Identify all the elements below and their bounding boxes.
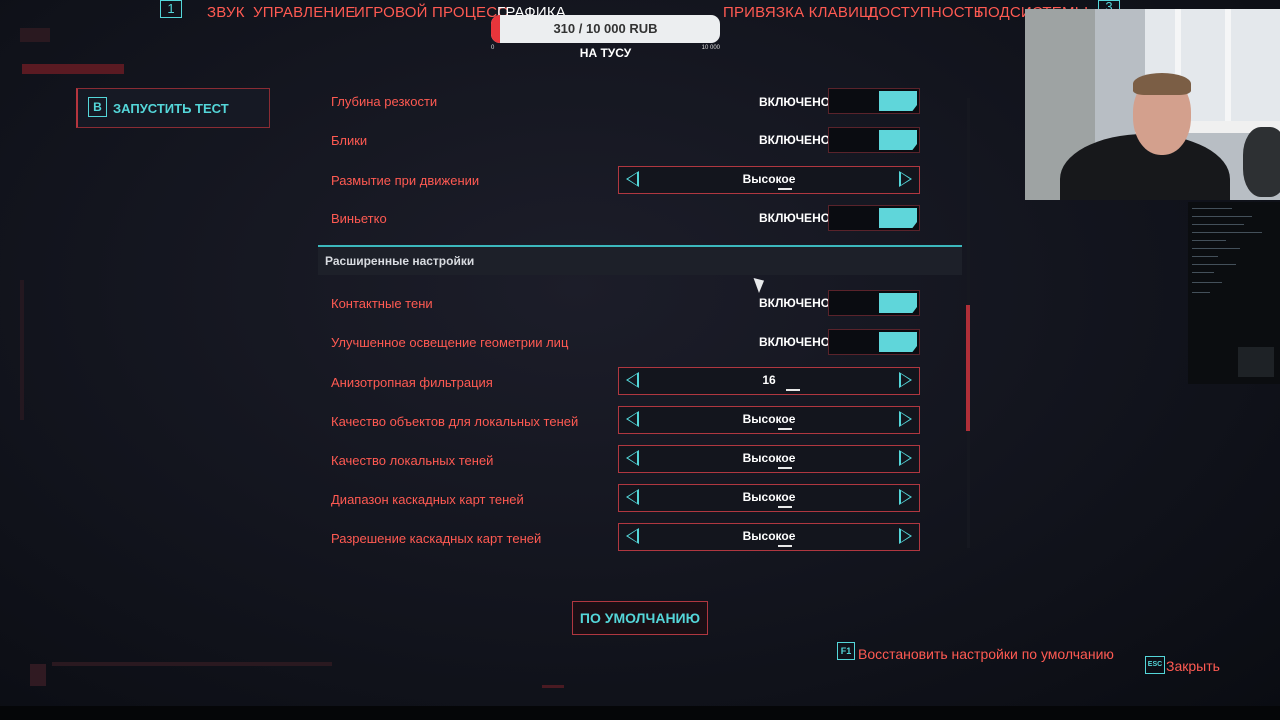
motion-blur-value: Высокое bbox=[742, 172, 796, 186]
decor-line bbox=[30, 664, 46, 686]
chat-line bbox=[1192, 240, 1226, 241]
arrow-right-icon[interactable] bbox=[899, 372, 912, 388]
motion-blur-label: Размытие при движении bbox=[331, 173, 480, 188]
depth-of-field-value: ВКЛЮЧЕНО bbox=[759, 95, 831, 109]
cascade-range-value: Высокое bbox=[742, 490, 796, 504]
webcam-window-frame bbox=[1225, 9, 1231, 129]
anisotropy-label: Анизотропная фильтрация bbox=[331, 375, 493, 390]
chat-line bbox=[1192, 256, 1218, 257]
toggle-knob bbox=[879, 130, 917, 150]
vignette-label: Виньетко bbox=[331, 211, 387, 226]
webcam-streamer-hair bbox=[1133, 73, 1191, 95]
depth-of-field-toggle[interactable] bbox=[828, 88, 920, 114]
arrow-right-icon[interactable] bbox=[899, 489, 912, 505]
webcam-second-person bbox=[1243, 127, 1280, 197]
contact-shadows-toggle[interactable] bbox=[828, 290, 920, 316]
tab-controls[interactable]: УПРАВЛЕНИЕ bbox=[253, 4, 356, 21]
tab-gameplay[interactable]: ИГРОВОЙ ПРОЦЕСС bbox=[354, 4, 508, 21]
donation-progress-text: 310 / 10 000 RUB bbox=[553, 21, 658, 36]
face-lighting-toggle[interactable] bbox=[828, 329, 920, 355]
donation-progress-fill bbox=[491, 15, 500, 43]
anisotropy-selector: 16 bbox=[618, 367, 920, 395]
chat-line bbox=[1192, 216, 1252, 217]
donation-progress-bar: 310 / 10 000 RUB bbox=[491, 15, 720, 43]
contact-shadows-label: Контактные тени bbox=[331, 296, 433, 311]
settings-scrollbar-thumb[interactable] bbox=[966, 305, 970, 431]
tab-sound[interactable]: ЗВУК bbox=[207, 4, 245, 21]
selector-indicator bbox=[778, 467, 792, 469]
close-hint[interactable]: Закрыть bbox=[1166, 658, 1220, 674]
selector-indicator bbox=[778, 545, 792, 547]
arrow-right-icon[interactable] bbox=[899, 171, 912, 187]
local-shadow-quality-selector: Высокое bbox=[618, 445, 920, 473]
launch-test-key: B bbox=[88, 97, 107, 117]
chat-line bbox=[1192, 264, 1236, 265]
chat-line bbox=[1192, 248, 1240, 249]
tab-accessibility[interactable]: ДОСТУПНОСТЬ bbox=[868, 4, 984, 21]
local-shadow-quality-value: Высокое bbox=[742, 451, 796, 465]
f1-key-icon: F1 bbox=[837, 642, 855, 660]
cascade-range-selector: Высокое bbox=[618, 484, 920, 512]
selector-indicator bbox=[778, 428, 792, 430]
selector-indicator bbox=[778, 188, 792, 190]
chat-popup bbox=[1238, 347, 1274, 377]
local-shadow-quality-label: Качество локальных теней bbox=[331, 453, 494, 468]
decor-bar bbox=[22, 64, 124, 74]
arrow-right-icon[interactable] bbox=[899, 450, 912, 466]
advanced-settings-title: Расширенные настройки bbox=[325, 254, 475, 268]
local-shadow-mesh-value: Высокое bbox=[742, 412, 796, 426]
donation-goal-widget: 310 / 10 000 RUB 0 10 000 НА ТУСУ bbox=[491, 15, 720, 60]
cascade-resolution-value: Высокое bbox=[742, 529, 796, 543]
chat-line bbox=[1192, 272, 1214, 273]
face-lighting-value: ВКЛЮЧЕНО bbox=[759, 335, 831, 349]
reset-defaults-button[interactable]: ПО УМОЛЧАНИЮ bbox=[572, 601, 708, 635]
tab-prev-key[interactable]: 1 bbox=[160, 0, 182, 18]
anisotropy-value: 16 bbox=[762, 373, 776, 387]
face-lighting-label: Улучшенное освещение геометрии лиц bbox=[331, 335, 569, 350]
tab-key-bindings[interactable]: ПРИВЯЗКА КЛАВИШ bbox=[723, 4, 873, 21]
cascade-range-label: Диапазон каскадных карт теней bbox=[331, 492, 524, 507]
chat-line bbox=[1192, 224, 1244, 225]
chat-line bbox=[1192, 292, 1210, 293]
vignette-toggle[interactable] bbox=[828, 205, 920, 231]
decor-line bbox=[20, 28, 50, 42]
cascade-resolution-label: Разрешение каскадных карт теней bbox=[331, 531, 542, 546]
decor-line bbox=[20, 280, 24, 420]
contact-shadows-value: ВКЛЮЧЕНО bbox=[759, 296, 831, 310]
arrow-right-icon[interactable] bbox=[899, 411, 912, 427]
restore-defaults-hint[interactable]: Восстановить настройки по умолчанию bbox=[858, 646, 1114, 662]
arrow-right-icon[interactable] bbox=[899, 528, 912, 544]
decor-line bbox=[542, 685, 564, 688]
toggle-knob bbox=[879, 208, 917, 228]
stream-chat-panel bbox=[1188, 202, 1280, 384]
selector-indicator bbox=[786, 389, 800, 391]
chat-line bbox=[1192, 208, 1232, 209]
bottom-black-strip bbox=[0, 706, 1280, 720]
selector-indicator bbox=[778, 506, 792, 508]
chat-line bbox=[1192, 282, 1222, 283]
toggle-knob bbox=[879, 332, 917, 352]
esc-key-icon: ESC bbox=[1145, 656, 1165, 674]
lens-flare-value: ВКЛЮЧЕНО bbox=[759, 133, 831, 147]
cascade-resolution-selector: Высокое bbox=[618, 523, 920, 551]
local-shadow-mesh-selector: Высокое bbox=[618, 406, 920, 434]
toggle-knob bbox=[879, 293, 917, 313]
depth-of-field-label: Глубина резкости bbox=[331, 94, 438, 109]
motion-blur-selector: Высокое bbox=[618, 166, 920, 194]
toggle-knob bbox=[879, 91, 917, 111]
decor-line bbox=[52, 662, 332, 666]
launch-test-label: ЗАПУСТИТЬ ТЕСТ bbox=[113, 101, 229, 116]
donation-goal-label: НА ТУСУ bbox=[579, 46, 632, 60]
lens-flare-label: Блики bbox=[331, 133, 368, 148]
launch-test-button[interactable]: B ЗАПУСТИТЬ ТЕСТ bbox=[76, 88, 270, 128]
webcam-overlay bbox=[1025, 9, 1280, 200]
chat-line bbox=[1192, 232, 1262, 233]
lens-flare-toggle[interactable] bbox=[828, 127, 920, 153]
vignette-value: ВКЛЮЧЕНО bbox=[759, 211, 831, 225]
local-shadow-mesh-label: Качество объектов для локальных теней bbox=[331, 414, 579, 429]
